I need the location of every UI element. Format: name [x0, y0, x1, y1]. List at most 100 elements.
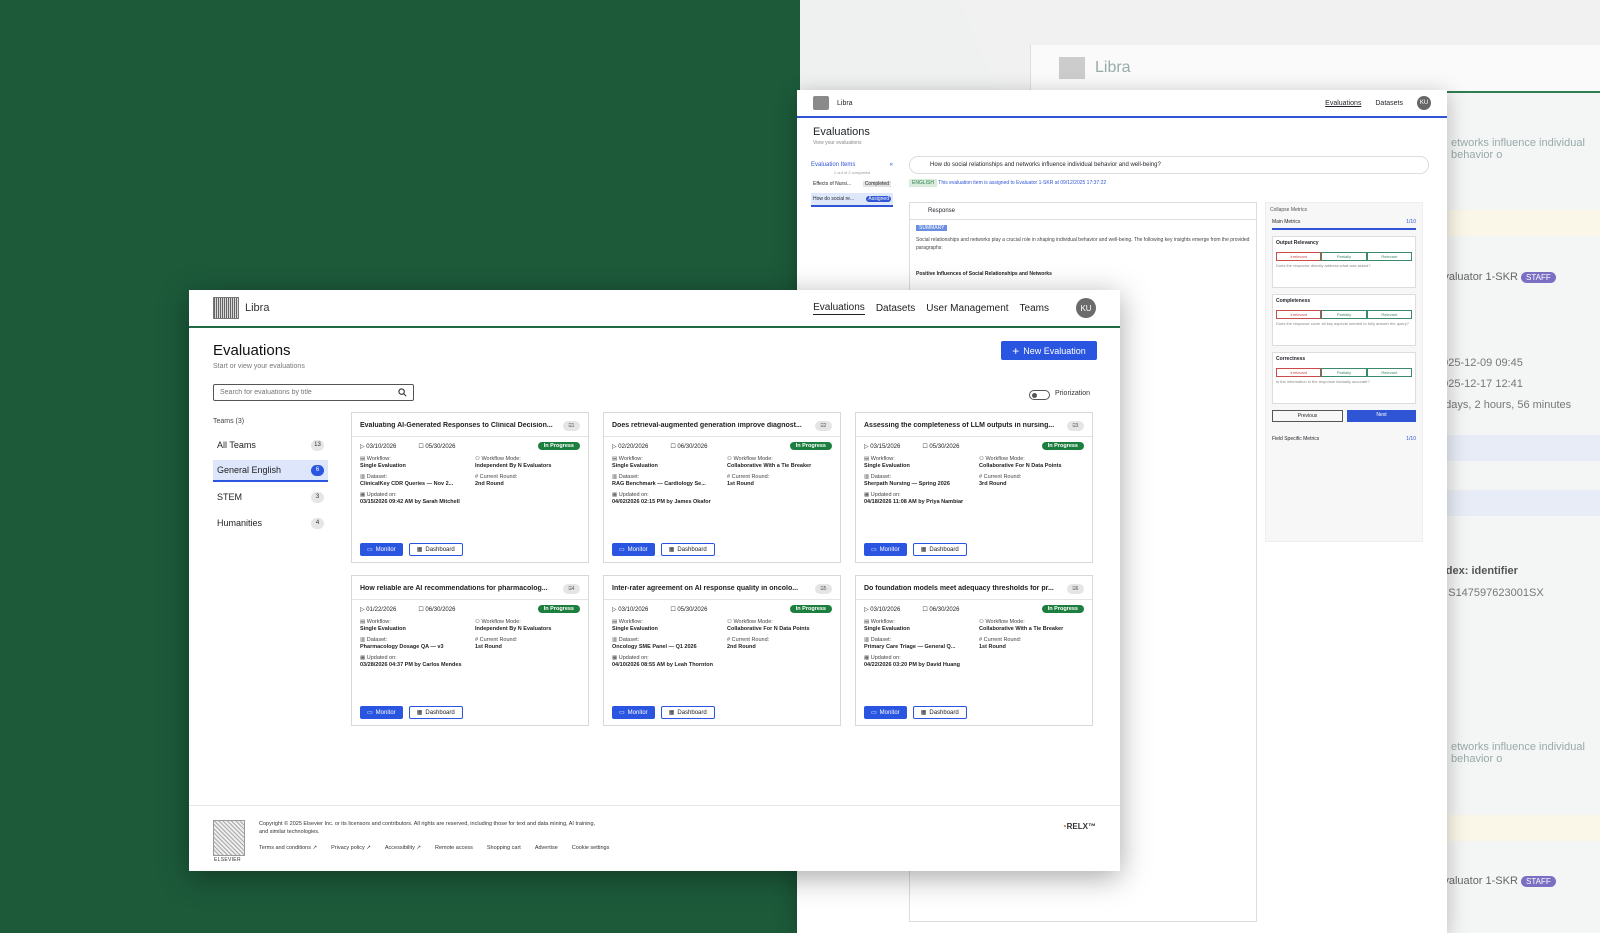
team-stem[interactable]: STEM 3 — [213, 486, 328, 508]
link-cookie-settings[interactable]: Cookie settings — [572, 845, 610, 851]
collapse-metrics[interactable]: Collapse Metrics — [1270, 207, 1418, 213]
dashboard-button[interactable]: ▦ Dashboard — [660, 543, 715, 556]
evaluation-card[interactable]: Inter-rater agreement on AI response qua… — [603, 575, 841, 726]
card-actions: ▭ Monitor ▦ Dashboard — [360, 543, 463, 556]
end-date: ☐ 05/30/2026 — [418, 443, 456, 450]
dataset-label: ▥ Dataset: — [360, 637, 388, 643]
dataset-icon: ▥ — [864, 637, 870, 643]
link-advertise[interactable]: Advertise — [535, 845, 558, 851]
link-shopping-cart[interactable]: Shopping cart — [487, 845, 521, 851]
card-title[interactable]: Does retrieval-augmented generation impr… — [612, 422, 810, 429]
evaluation-card[interactable]: Assessing the completeness of LLM output… — [855, 412, 1093, 563]
workflow-value: Single Evaluation — [864, 463, 910, 469]
monitor-button[interactable]: ▭ Monitor — [864, 543, 907, 556]
monitor-button[interactable]: ▭ Monitor — [612, 543, 655, 556]
items-progress: 1 out of 2 completed — [833, 170, 871, 175]
play-icon: ▷ — [612, 606, 617, 613]
item-social[interactable]: How do social re... Assigned — [811, 193, 893, 207]
monitor-button[interactable]: ▭ Monitor — [864, 706, 907, 719]
detail-avatar[interactable]: KU — [1417, 96, 1431, 110]
user-avatar[interactable]: KU — [1076, 298, 1096, 318]
detail-nav-evaluations[interactable]: Evaluations — [1325, 100, 1361, 107]
end-date: ☐ 06/30/2026 — [922, 606, 960, 613]
card-title[interactable]: Assessing the completeness of LLM output… — [864, 422, 1062, 429]
calendar-icon: ▦ — [360, 655, 366, 661]
evaluation-card[interactable]: Do foundation models meet adequacy thres… — [855, 575, 1093, 726]
search-icon[interactable] — [398, 388, 407, 397]
current-round-label: # Current Round: — [727, 474, 770, 480]
search-input[interactable] — [220, 389, 398, 396]
far-index-val: 0: S147597623001SX — [1436, 587, 1544, 599]
link-accessibility[interactable]: Accessibility ↗ — [385, 845, 421, 851]
dataset-value: Oncology SME Panel — Q1 2026 — [612, 644, 697, 650]
main-metrics-tab[interactable]: Main Metrics 1/10 — [1272, 219, 1416, 230]
detail-nav: Evaluations Datasets KU — [1325, 96, 1431, 110]
monitor-icon: ▭ — [619, 710, 625, 716]
response-body: SUMMARY Social relationships and network… — [916, 225, 1250, 277]
metrics-panel: Collapse Metrics Main Metrics 1/10 Output… — [1265, 202, 1423, 542]
hash-icon: # — [979, 637, 983, 643]
evaluation-card[interactable]: Does retrieval-augmented generation impr… — [603, 412, 841, 563]
nav-user-management[interactable]: User Management — [926, 303, 1008, 314]
link-terms[interactable]: Terms and conditions ↗ — [259, 845, 317, 851]
nav-datasets[interactable]: Datasets — [876, 303, 915, 314]
nav-evaluations[interactable]: Evaluations — [813, 302, 865, 315]
dataset-icon: ▥ — [360, 637, 366, 643]
nav-teams[interactable]: Teams — [1020, 303, 1049, 314]
metric-completeness: Completeness Irrelevant Partially Relevant D… — [1272, 294, 1416, 346]
start-date: ▷ 03/10/2026 — [612, 606, 649, 613]
team-count-badge: 6 — [311, 464, 324, 476]
team-all-teams[interactable]: All Teams 13 — [213, 434, 328, 456]
card-title[interactable]: Do foundation models meet adequacy thres… — [864, 585, 1062, 592]
monitor-button[interactable]: ▭ Monitor — [360, 706, 403, 719]
updated-label: ▦ Updated on: — [360, 492, 397, 498]
detail-nav-datasets[interactable]: Datasets — [1375, 100, 1403, 107]
updated-section: ▦ Updated on: 03/28/2026 04:37 PM by Car… — [360, 655, 580, 668]
previous-button[interactable]: Previous — [1272, 410, 1343, 422]
workflow-label: ▤ Workflow: — [360, 456, 391, 462]
monitor-button[interactable]: ▭ Monitor — [360, 543, 403, 556]
field-metrics-tab[interactable]: Field Specific Metrics 1/10 — [1272, 436, 1416, 442]
relx-logo: ◔RELX™ — [1061, 822, 1096, 831]
workflow-value: Single Evaluation — [612, 463, 658, 469]
dashboard-button[interactable]: ▦ Dashboard — [408, 543, 463, 556]
workflow-mode-label: ⚇ Workflow Mode: — [475, 456, 521, 462]
current-round-label: # Current Round: — [979, 474, 1022, 480]
app-name: Libra — [245, 302, 270, 314]
detail-logo-icon — [813, 96, 829, 110]
monitor-button[interactable]: ▭ Monitor — [612, 706, 655, 719]
monitor-icon: ▭ — [871, 710, 877, 716]
updated-section: ▦ Updated on: 03/15/2026 09:42 AM by Sar… — [360, 492, 580, 505]
stop-icon: ☐ — [418, 443, 424, 450]
people-icon: ⚇ — [475, 456, 480, 462]
new-evaluation-button[interactable]: + New Evaluation — [1001, 341, 1097, 360]
dashboard-button[interactable]: ▦ Dashboard — [912, 706, 967, 719]
comment-count-badge: ⌹ 3 — [1067, 421, 1084, 431]
updated-value: 03/15/2026 09:42 AM by Sarah Mitchell — [360, 499, 460, 505]
comment-count-badge: ⌹ 1 — [563, 421, 580, 431]
collapse-icon[interactable]: « — [890, 162, 893, 168]
link-remote-access[interactable]: Remote access — [435, 845, 473, 851]
card-title[interactable]: Inter-rater agreement on AI response qua… — [612, 585, 810, 592]
team-general-english[interactable]: General English 6 — [213, 460, 328, 482]
end-date: ☐ 06/30/2026 — [670, 443, 708, 450]
team-humanities[interactable]: Humanities 4 — [213, 512, 328, 534]
dashboard-icon: ▦ — [416, 547, 423, 553]
item-effects[interactable]: Effects of Nursi... Completed — [811, 178, 893, 190]
dashboard-button[interactable]: ▦ Dashboard — [408, 706, 463, 719]
dashboard-button[interactable]: ▦ Dashboard — [660, 706, 715, 719]
card-title[interactable]: How reliable are AI recommendations for … — [360, 585, 558, 592]
card-title[interactable]: Evaluating AI-Generated Responses to Cli… — [360, 422, 558, 429]
updated-label: ▦ Updated on: — [612, 655, 649, 661]
priorization-toggle[interactable] — [1029, 390, 1050, 400]
link-privacy[interactable]: Privacy policy ↗ — [331, 845, 371, 851]
dataset-label: ▥ Dataset: — [360, 474, 388, 480]
dashboard-button[interactable]: ▦ Dashboard — [912, 543, 967, 556]
detail-header: Libra Evaluations Datasets KU — [797, 90, 1447, 118]
evaluation-card[interactable]: How reliable are AI recommendations for … — [351, 575, 589, 726]
next-button[interactable]: Next — [1347, 410, 1416, 422]
workflow-mode-label: ⚇ Workflow Mode: — [727, 619, 773, 625]
status-badge: In Progress — [789, 442, 832, 450]
evaluation-card[interactable]: Evaluating AI-Generated Responses to Cli… — [351, 412, 589, 563]
far-date2: 2025-12-17 12:41 — [1436, 378, 1523, 390]
